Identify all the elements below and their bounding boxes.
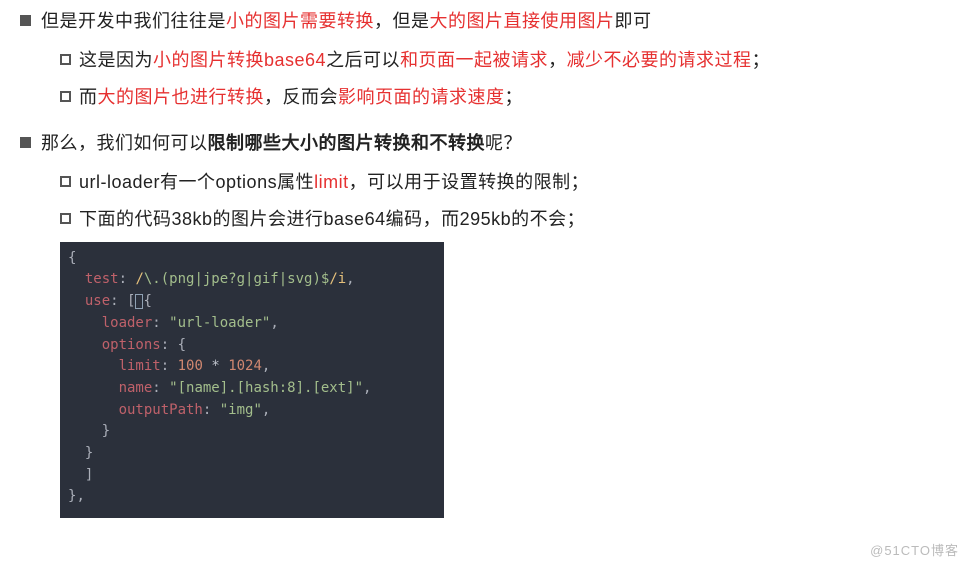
colon: : bbox=[119, 271, 136, 287]
t-red: limit bbox=[314, 172, 349, 192]
sub-bullet-small-img: 这是因为小的图片转换base64之后可以和页面一起被请求，减少不必要的请求过程； bbox=[60, 46, 971, 75]
op-mul: * bbox=[203, 358, 228, 374]
bullet-marker-l1 bbox=[20, 15, 31, 26]
bullet-text: url-loader有一个options属性limit，可以用于设置转换的限制； bbox=[79, 168, 589, 197]
t: ，但是 bbox=[374, 11, 430, 31]
bullet-dev-convert: 但是开发中我们往往是小的图片需要转换，但是大的图片直接使用图片即可 bbox=[20, 7, 971, 36]
brace: { bbox=[143, 293, 151, 309]
str-outputpath: "img" bbox=[220, 402, 262, 418]
t-red: 小的图片需要转换 bbox=[226, 11, 374, 31]
sub-bullet-limit-prop: url-loader有一个options属性limit，可以用于设置转换的限制； bbox=[60, 168, 971, 197]
t: url-loader有一个options属性 bbox=[79, 172, 314, 192]
key-test: test bbox=[85, 271, 119, 287]
sub-bullet-code-desc: 下面的代码38kb的图片会进行base64编码，而295kb的不会； bbox=[60, 205, 971, 234]
bullet-text: 这是因为小的图片转换base64之后可以和页面一起被请求，减少不必要的请求过程； bbox=[79, 46, 770, 75]
t: ； bbox=[752, 50, 771, 70]
t-bold: 限制哪些大小的图片转换和不转换 bbox=[208, 133, 486, 153]
t: 呢？ bbox=[485, 133, 522, 153]
t: 下面的代码38kb的图片会进行base64编码，而295kb的不会； bbox=[79, 209, 585, 229]
t: ，反而会 bbox=[264, 87, 338, 107]
key-options: options bbox=[102, 337, 161, 353]
t: 即可 bbox=[615, 11, 652, 31]
bullet-text: 那么，我们如何可以限制哪些大小的图片转换和不转换呢？ bbox=[41, 129, 522, 158]
t: 而 bbox=[79, 87, 98, 107]
t-red: 减少不必要的请求过程 bbox=[567, 50, 752, 70]
t-red: 和页面一起被请求 bbox=[400, 50, 548, 70]
t-red: 大的图片也进行转换 bbox=[98, 87, 265, 107]
bracket: ] bbox=[85, 467, 93, 483]
regex-open: / bbox=[135, 271, 143, 287]
bullet-marker-l2 bbox=[60, 54, 71, 65]
key-name: name bbox=[119, 380, 153, 396]
bullet-marker-l2 bbox=[60, 176, 71, 187]
colon: : bbox=[110, 293, 127, 309]
bullet-text: 而大的图片也进行转换，反而会影响页面的请求速度； bbox=[79, 83, 523, 112]
colon: : bbox=[161, 358, 178, 374]
t-red: 小的图片转换base64 bbox=[153, 50, 326, 70]
num-100: 100 bbox=[178, 358, 203, 374]
t: ，可以用于设置转换的限制； bbox=[349, 172, 590, 192]
colon: : bbox=[152, 315, 169, 331]
brace: } bbox=[85, 445, 93, 461]
str-name: "[name].[hash:8].[ext]" bbox=[169, 380, 363, 396]
key-outputpath: outputPath bbox=[119, 402, 203, 418]
key-use: use bbox=[85, 293, 110, 309]
num-1024: 1024 bbox=[228, 358, 262, 374]
bullet-text: 但是开发中我们往往是小的图片需要转换，但是大的图片直接使用图片即可 bbox=[41, 7, 652, 36]
str-loader: "url-loader" bbox=[169, 315, 270, 331]
t: ； bbox=[505, 87, 524, 107]
t: ， bbox=[548, 50, 567, 70]
regex-close: /i bbox=[329, 271, 346, 287]
key-limit: limit bbox=[119, 358, 161, 374]
bullet-marker-l2 bbox=[60, 91, 71, 102]
brace: } bbox=[102, 423, 110, 439]
bracket: [ bbox=[127, 293, 135, 309]
colon: : bbox=[152, 380, 169, 396]
comma: , bbox=[76, 488, 84, 504]
t: 这是因为 bbox=[79, 50, 153, 70]
comma: , bbox=[262, 402, 270, 418]
comma: , bbox=[262, 358, 270, 374]
bullet-text: 下面的代码38kb的图片会进行base64编码，而295kb的不会； bbox=[79, 205, 585, 234]
t: 那么，我们如何可以 bbox=[41, 133, 208, 153]
sub-bullet-big-img: 而大的图片也进行转换，反而会影响页面的请求速度； bbox=[60, 83, 971, 112]
colon: : bbox=[161, 337, 178, 353]
code-block-webpack-config: { test: /\.(png|jpe?g|gif|svg)$/i, use: … bbox=[60, 242, 444, 518]
bullet-marker-l1 bbox=[20, 137, 31, 148]
bullet-how-limit: 那么，我们如何可以限制哪些大小的图片转换和不转换呢？ bbox=[20, 129, 971, 158]
watermark: @51CTO博客 bbox=[870, 541, 959, 562]
t: 但是开发中我们往往是 bbox=[41, 11, 226, 31]
bullet-marker-l2 bbox=[60, 213, 71, 224]
t: 之后可以 bbox=[326, 50, 400, 70]
comma: , bbox=[346, 271, 354, 287]
regex-body: \.(png|jpe?g|gif|svg)$ bbox=[144, 271, 329, 287]
comma: , bbox=[363, 380, 371, 396]
comma: , bbox=[270, 315, 278, 331]
key-loader: loader bbox=[102, 315, 153, 331]
t-red: 影响页面的请求速度 bbox=[338, 87, 505, 107]
colon: : bbox=[203, 402, 220, 418]
brace: { bbox=[178, 337, 186, 353]
brace: { bbox=[68, 250, 76, 266]
t-red: 大的图片直接使用图片 bbox=[430, 11, 615, 31]
